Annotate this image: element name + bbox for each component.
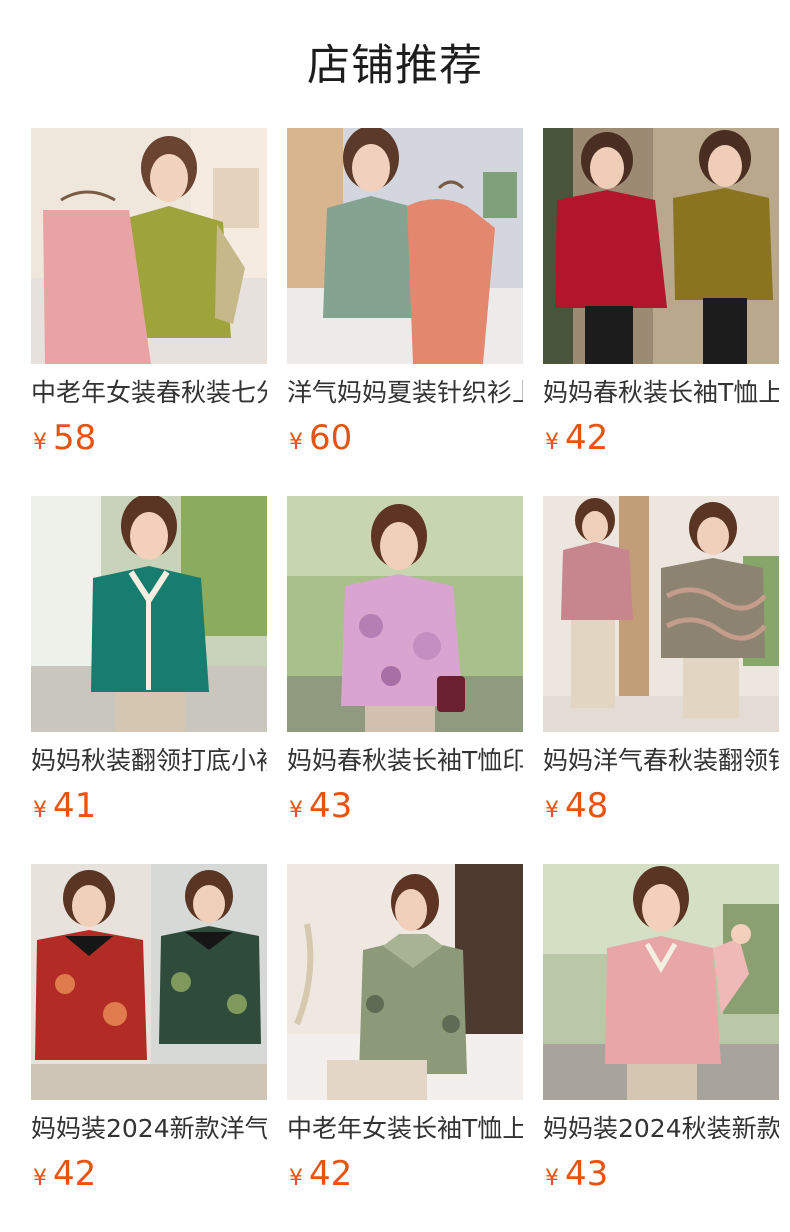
product-price: ¥58 [33, 416, 96, 460]
product-name[interactable]: 洋气妈妈夏装针织衫上 [287, 376, 523, 410]
product-card[interactable]: 妈妈秋装翻领打底小衫 ¥41 [31, 496, 267, 826]
price-amount: 43 [565, 1154, 609, 1194]
product-photo-icon[interactable] [287, 496, 523, 732]
product-name[interactable]: 妈妈装2024秋装新款 [543, 1112, 779, 1146]
currency-symbol: ¥ [289, 1166, 303, 1191]
product-card[interactable]: 妈妈春秋装长袖T恤上衣 ¥42 [543, 128, 779, 458]
price-amount: 58 [53, 418, 97, 458]
product-photo-icon[interactable] [287, 864, 523, 1100]
product-photo-icon[interactable] [31, 128, 267, 364]
product-name[interactable]: 妈妈洋气春秋装翻领针 [543, 744, 779, 778]
product-grid: 中老年女装春秋装七分 ¥58 洋气妈妈夏装针织衫上 ¥60 妈妈春秋装长袖T恤上… [31, 128, 779, 1194]
product-price: ¥42 [33, 1152, 96, 1196]
product-photo-icon[interactable] [543, 128, 779, 364]
product-name[interactable]: 中老年女装春秋装七分 [31, 376, 267, 410]
product-name[interactable]: 妈妈秋装翻领打底小衫 [31, 744, 267, 778]
product-photo-icon[interactable] [543, 864, 779, 1100]
price-amount: 41 [53, 786, 97, 826]
product-card[interactable]: 妈妈春秋装长袖T恤印花 ¥43 [287, 496, 523, 826]
currency-symbol: ¥ [545, 430, 559, 455]
product-photo-icon[interactable] [543, 496, 779, 732]
product-photo-icon[interactable] [31, 864, 267, 1100]
currency-symbol: ¥ [33, 430, 47, 455]
price-amount: 42 [53, 1154, 97, 1194]
product-name[interactable]: 妈妈春秋装长袖T恤上衣 [543, 376, 779, 410]
product-card[interactable]: 中老年女装春秋装七分 ¥58 [31, 128, 267, 458]
price-amount: 60 [309, 418, 353, 458]
product-name[interactable]: 妈妈春秋装长袖T恤印花 [287, 744, 523, 778]
product-price: ¥42 [545, 416, 608, 460]
price-amount: 42 [309, 1154, 353, 1194]
product-price: ¥48 [545, 784, 608, 828]
product-photo-icon[interactable] [31, 496, 267, 732]
product-card[interactable]: 洋气妈妈夏装针织衫上 ¥60 [287, 128, 523, 458]
currency-symbol: ¥ [33, 798, 47, 823]
product-price: ¥42 [289, 1152, 352, 1196]
product-price: ¥43 [545, 1152, 608, 1196]
product-price: ¥41 [33, 784, 96, 828]
currency-symbol: ¥ [545, 1166, 559, 1191]
product-name[interactable]: 中老年女装长袖T恤上衣 [287, 1112, 523, 1146]
price-amount: 43 [309, 786, 353, 826]
price-amount: 48 [565, 786, 609, 826]
currency-symbol: ¥ [289, 430, 303, 455]
product-price: ¥60 [289, 416, 352, 460]
currency-symbol: ¥ [289, 798, 303, 823]
product-photo-icon[interactable] [287, 128, 523, 364]
product-card[interactable]: 中老年女装长袖T恤上衣 ¥42 [287, 864, 523, 1194]
product-card[interactable]: 妈妈洋气春秋装翻领针 ¥48 [543, 496, 779, 826]
product-card[interactable]: 妈妈装2024秋装新款 ¥43 [543, 864, 779, 1194]
currency-symbol: ¥ [33, 1166, 47, 1191]
section-title: 店铺推荐 [307, 41, 483, 91]
product-price: ¥43 [289, 784, 352, 828]
product-name[interactable]: 妈妈装2024新款洋气 [31, 1112, 267, 1146]
currency-symbol: ¥ [545, 798, 559, 823]
product-card[interactable]: 妈妈装2024新款洋气 ¥42 [31, 864, 267, 1194]
price-amount: 42 [565, 418, 609, 458]
